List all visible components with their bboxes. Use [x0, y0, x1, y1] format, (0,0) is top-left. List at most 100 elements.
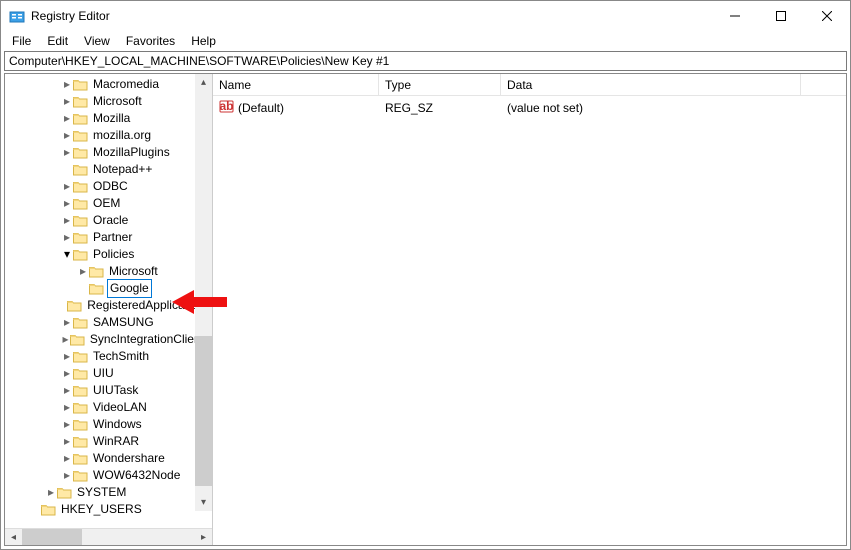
- app-icon: [9, 8, 25, 24]
- expand-icon[interactable]: ▸: [45, 484, 57, 501]
- expand-icon[interactable]: ▸: [61, 382, 73, 399]
- minimize-button[interactable]: [712, 1, 758, 31]
- tree-item[interactable]: ▸SAMSUNG: [5, 314, 212, 331]
- maximize-button[interactable]: [758, 1, 804, 31]
- value-list[interactable]: ab(Default)REG_SZ(value not set): [213, 96, 846, 120]
- titlebar[interactable]: Registry Editor: [1, 1, 850, 31]
- registry-editor-window: Registry Editor File Edit View Favorites…: [0, 0, 851, 550]
- scroll-thumb[interactable]: [195, 336, 212, 486]
- values-pane: Name Type Data ab(Default)REG_SZ(value n…: [213, 74, 846, 545]
- scroll-down-button[interactable]: ▾: [195, 494, 212, 511]
- tree-item[interactable]: Google: [5, 280, 212, 297]
- menu-help[interactable]: Help: [184, 32, 223, 50]
- close-button[interactable]: [804, 1, 850, 31]
- address-bar[interactable]: Computer\HKEY_LOCAL_MACHINE\SOFTWARE\Pol…: [4, 51, 847, 71]
- menu-edit[interactable]: Edit: [40, 32, 75, 50]
- expand-icon[interactable]: ▸: [61, 331, 70, 348]
- expand-icon[interactable]: ▸: [61, 93, 73, 110]
- tree-item[interactable]: ▸ Partner: [5, 229, 212, 246]
- tree-item[interactable]: ▸VideoLAN: [5, 399, 212, 416]
- folder-icon: [73, 163, 88, 176]
- tree-item[interactable]: ▸mozilla.org: [5, 127, 212, 144]
- expand-icon[interactable]: ▸: [61, 365, 73, 382]
- tree-item[interactable]: ▸ Mozilla: [5, 110, 212, 127]
- expand-icon[interactable]: ▸: [77, 263, 89, 280]
- tree-item[interactable]: ▸ODBC: [5, 178, 212, 195]
- tree-item[interactable]: ▸UIUTask: [5, 382, 212, 399]
- scroll-right-button[interactable]: ▸: [195, 529, 212, 546]
- folder-icon: [73, 112, 88, 125]
- menu-favorites[interactable]: Favorites: [119, 32, 182, 50]
- tree-item-label: Partner: [91, 229, 134, 246]
- value-type: REG_SZ: [385, 101, 433, 115]
- expand-icon[interactable]: ▸: [61, 178, 73, 195]
- tree-item-label: Windows: [91, 416, 144, 433]
- value-name: (Default): [238, 101, 284, 115]
- tree-horizontal-scrollbar[interactable]: ◂ ▸: [5, 528, 212, 545]
- tree-pane: ▸Macromedia▸Microsoft▸Mozilla▸mozilla.or…: [5, 74, 213, 545]
- expand-icon[interactable]: ▸: [61, 229, 73, 246]
- tree-item-label: Notepad++: [91, 161, 154, 178]
- expand-icon[interactable]: ▸: [61, 399, 73, 416]
- tree[interactable]: ▸Macromedia▸Microsoft▸Mozilla▸mozilla.or…: [5, 74, 212, 520]
- tree-item[interactable]: HKEY_USERS: [5, 501, 212, 518]
- tree-item[interactable]: Notepad++: [5, 161, 212, 178]
- expand-icon[interactable]: ▸: [61, 110, 73, 127]
- expand-icon[interactable]: ▸: [61, 467, 73, 484]
- tree-item-label: MozillaPlugins: [91, 144, 172, 161]
- scroll-track-h[interactable]: [22, 529, 195, 546]
- tree-item[interactable]: ▸ Windows: [5, 416, 212, 433]
- tree-item[interactable]: ▸ TechSmith: [5, 348, 212, 365]
- scroll-thumb-h[interactable]: [22, 529, 82, 546]
- tree-item[interactable]: ▸OEM: [5, 195, 212, 212]
- tree-item-label: Policies: [91, 246, 136, 263]
- collapse-icon[interactable]: ▾: [61, 246, 73, 263]
- expand-icon[interactable]: ▸: [61, 127, 73, 144]
- column-header-name[interactable]: Name: [213, 74, 379, 95]
- scroll-left-button[interactable]: ◂: [5, 529, 22, 546]
- expand-icon[interactable]: ▸: [61, 195, 73, 212]
- column-header-type[interactable]: Type: [379, 74, 501, 95]
- tree-item[interactable]: ▸UIU: [5, 365, 212, 382]
- tree-item[interactable]: ▸WinRAR: [5, 433, 212, 450]
- column-headers[interactable]: Name Type Data: [213, 74, 846, 96]
- expand-icon[interactable]: ▸: [61, 348, 73, 365]
- tree-item[interactable]: ▸SyncIntegrationClients: [5, 331, 212, 348]
- tree-item-label: RegisteredApplications: [85, 297, 212, 314]
- scroll-track[interactable]: [195, 91, 212, 494]
- tree-item[interactable]: ▸ SYSTEM: [5, 484, 212, 501]
- tree-item-label: TechSmith: [91, 348, 151, 365]
- tree-item-label: HKEY_USERS: [59, 501, 144, 518]
- content-area: ▸Macromedia▸Microsoft▸Mozilla▸mozilla.or…: [4, 73, 847, 546]
- tree-vertical-scrollbar[interactable]: ▴ ▾: [195, 74, 212, 511]
- tree-item[interactable]: ▸Macromedia: [5, 76, 212, 93]
- expand-icon[interactable]: ▸: [61, 433, 73, 450]
- menu-file[interactable]: File: [5, 32, 38, 50]
- tree-item[interactable]: ▸ Wondershare: [5, 450, 212, 467]
- scroll-up-button[interactable]: ▴: [195, 74, 212, 91]
- value-row[interactable]: ab(Default)REG_SZ(value not set): [213, 96, 846, 120]
- expand-icon[interactable]: ▸: [61, 144, 73, 161]
- expand-icon[interactable]: ▸: [61, 212, 73, 229]
- folder-icon: [73, 418, 88, 431]
- tree-item[interactable]: ▾ Policies: [5, 246, 212, 263]
- tree-item[interactable]: ▸WOW6432Node: [5, 467, 212, 484]
- folder-icon: [73, 78, 88, 91]
- folder-icon: [73, 214, 88, 227]
- expand-icon[interactable]: ▸: [61, 314, 73, 331]
- tree-item-label: Mozilla: [91, 110, 132, 127]
- expand-icon[interactable]: ▸: [61, 450, 73, 467]
- expand-icon[interactable]: ▸: [61, 416, 73, 433]
- column-header-data[interactable]: Data: [501, 74, 801, 95]
- tree-item[interactable]: ▸Microsoft: [5, 93, 212, 110]
- tree-item[interactable]: ▸Oracle: [5, 212, 212, 229]
- tree-item[interactable]: ▸Microsoft: [5, 263, 212, 280]
- menu-view[interactable]: View: [77, 32, 117, 50]
- tree-item-label: Wondershare: [91, 450, 167, 467]
- expand-icon[interactable]: ▸: [61, 76, 73, 93]
- tree-item[interactable]: ▸ MozillaPlugins: [5, 144, 212, 161]
- tree-item[interactable]: RegisteredApplications: [5, 297, 212, 314]
- tree-item-label: SYSTEM: [75, 484, 128, 501]
- folder-icon: [41, 503, 56, 516]
- menubar: File Edit View Favorites Help: [1, 31, 850, 51]
